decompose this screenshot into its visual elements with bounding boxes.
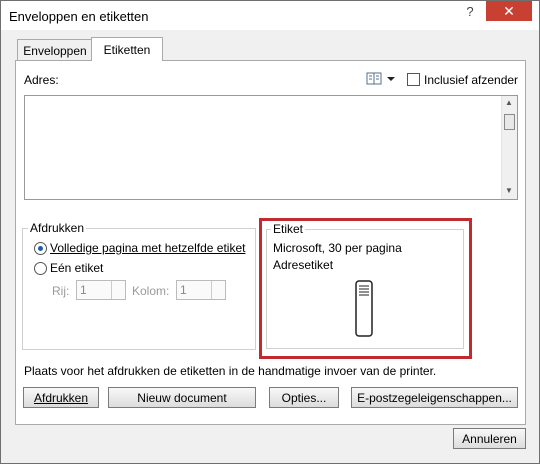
row-value: 1	[80, 283, 87, 297]
row-spinner-buttons[interactable]	[111, 281, 125, 299]
tab-labels-label: Etiketten	[103, 42, 151, 57]
new-document-button[interactable]: Nieuw document	[108, 387, 256, 408]
radio-full-page[interactable]	[34, 242, 47, 255]
print-group-title: Afdrukken	[28, 221, 87, 235]
close-button[interactable]: ✕	[486, 1, 532, 21]
scroll-down-icon[interactable]: ▼	[505, 186, 513, 195]
title-bar: Enveloppen en etiketten ? ✕	[1, 1, 539, 30]
radio-full-page-label: Volledige pagina met hetzelfde etiket	[50, 241, 246, 255]
tab-labels[interactable]: Etiketten	[91, 37, 163, 61]
row-label: Rij:	[52, 284, 70, 298]
row-spinner[interactable]: 1	[76, 280, 126, 300]
cancel-button-label: Annuleren	[462, 431, 517, 446]
epostage-button[interactable]: E-postzegeleigenschappen...	[351, 387, 518, 408]
radio-single-label[interactable]	[34, 262, 47, 275]
labels-tab-panel: Adres: Inclusief afzender ▲ ▼ Afdrukken …	[15, 60, 526, 425]
tab-envelopes-label: Enveloppen	[23, 43, 87, 58]
include-sender-checkbox[interactable]	[407, 73, 420, 86]
column-spinner-buttons[interactable]	[211, 281, 225, 299]
scroll-thumb[interactable]	[504, 114, 515, 130]
window-title: Enveloppen en etiketten	[9, 9, 149, 24]
cancel-button[interactable]: Annuleren	[453, 428, 526, 449]
address-textarea[interactable]: ▲ ▼	[24, 95, 518, 200]
column-label: Kolom:	[132, 284, 170, 298]
print-button-label: Afdrukken	[33, 390, 89, 405]
print-button[interactable]: Afdrukken	[23, 387, 99, 408]
envelopes-labels-dialog: Enveloppen en etiketten ? ✕ Enveloppen E…	[0, 0, 540, 464]
info-text: Plaats voor het afdrukken de etiketten i…	[24, 364, 437, 378]
new-document-button-label: Nieuw document	[137, 390, 227, 405]
scroll-up-icon[interactable]: ▲	[505, 98, 513, 107]
address-scrollbar[interactable]: ▲ ▼	[501, 96, 517, 199]
close-icon: ✕	[503, 2, 515, 19]
highlight-box	[259, 218, 472, 359]
address-label: Adres:	[24, 73, 59, 87]
dropdown-arrow-icon	[387, 77, 395, 81]
help-icon: ?	[466, 3, 474, 19]
tab-envelopes[interactable]: Enveloppen	[17, 39, 93, 61]
options-button[interactable]: Opties...	[269, 387, 339, 408]
address-book-button[interactable]	[366, 71, 398, 87]
epostage-button-label: E-postzegeleigenschappen...	[357, 390, 512, 405]
options-button-label: Opties...	[281, 390, 327, 405]
address-book-icon	[366, 72, 395, 85]
column-value: 1	[180, 283, 187, 297]
radio-single-label-label: Eén etiket	[50, 261, 104, 275]
column-spinner[interactable]: 1	[176, 280, 226, 300]
help-button[interactable]: ?	[457, 1, 483, 21]
include-sender-label: Inclusief afzender	[424, 73, 519, 87]
